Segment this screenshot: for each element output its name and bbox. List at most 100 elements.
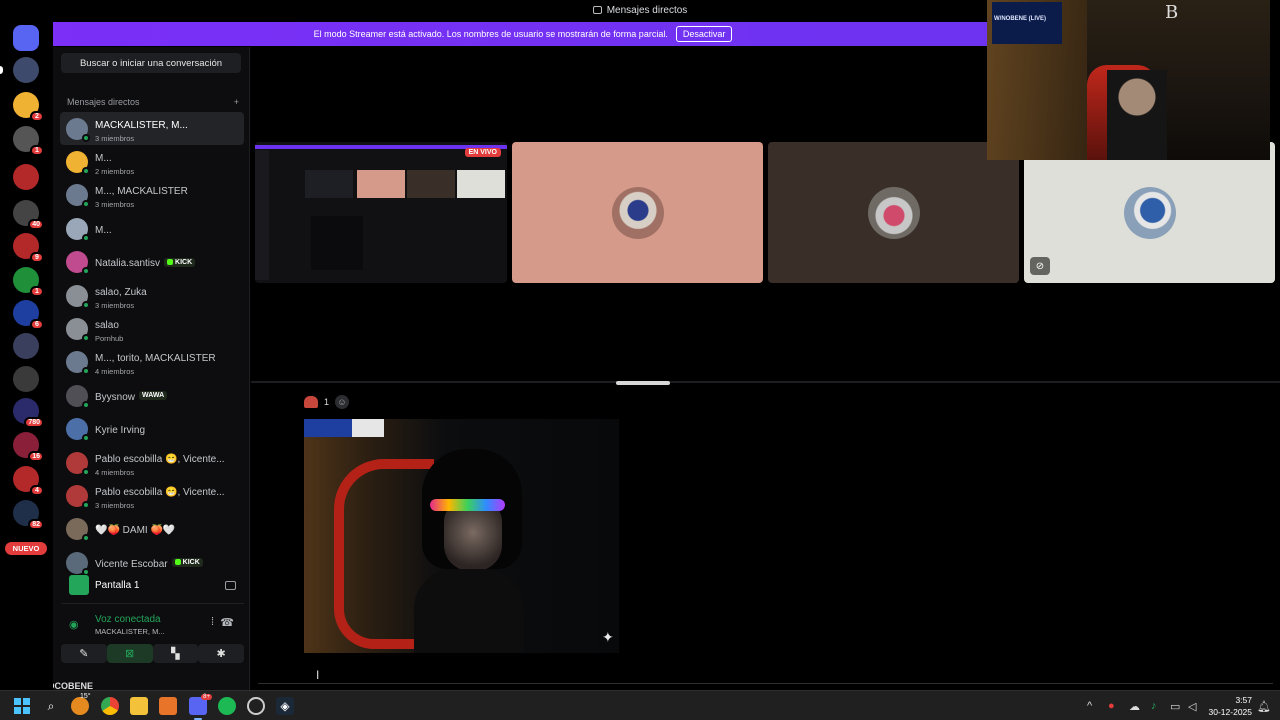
voice-status[interactable]: Voz conectada [95,614,161,625]
message-input-area[interactable] [258,683,1273,690]
participant-tile-4[interactable]: ⊘ [1024,142,1275,283]
dm-name: M..., MACKALISTER [95,186,188,198]
server-icon[interactable] [13,366,39,392]
new-badge[interactable]: NUEVO [5,542,47,555]
server-icon[interactable]: 9 [13,233,44,263]
dm-header: Mensajes directos + [67,97,239,107]
dm-item[interactable]: M..., torito, MACKALISTER 4 miembros [60,346,244,379]
focused-stream-video[interactable]: ✦ [304,419,619,653]
dm-text: M... 2 miembros [95,148,134,176]
server-icon[interactable] [13,25,39,51]
noise-suppression-icon[interactable]: ⁞ [211,616,214,628]
dm-subtitle: 4 miembros [95,467,135,477]
server-icon[interactable] [13,164,39,190]
selected-indicator [0,66,3,74]
resize-handle[interactable] [616,381,670,385]
stop-share-icon[interactable] [225,580,236,590]
dm-text: M..., torito, MACKALISTER 4 miembros [95,348,216,376]
voice-channel[interactable]: MACKALISTER, M... [95,627,165,636]
server-icon[interactable]: 40 [13,200,44,230]
tray-cloud-icon[interactable]: ☁ [1129,700,1140,713]
server-icon[interactable]: 780 [13,398,44,428]
server-badge: 1 [30,145,44,156]
server-icon[interactable]: 4 [13,466,44,496]
server-icon[interactable]: 1 [13,267,44,297]
tray-chevron-icon[interactable]: ^ [1087,700,1092,712]
dm-item[interactable]: Pablo escobilla 😁, Vicente... 4 miembros [60,446,244,479]
tray-app-icon[interactable]: ● [1108,700,1115,712]
discord-taskbar-icon[interactable]: 8+ [189,694,212,720]
dm-subtitle: 3 miembros [95,133,135,143]
activities-button[interactable]: ▚ [152,644,199,663]
dm-item[interactable]: M... 2 miembros [60,145,244,178]
dm-item[interactable]: Byysnow WAWA [60,379,244,412]
windows-taskbar: ⌕ 15° 8+ ◈ ^ ● ☁ ♪ ▭ ◁ 3:57 30-12-2025 🔔… [0,690,1280,720]
network-icon[interactable]: ▭ [1170,700,1180,713]
tray-mic-icon[interactable]: ♪ [1151,700,1157,712]
dm-name-row: salao, Zuka [95,282,147,300]
screen-share-label: Pantalla 1 [95,579,140,591]
screen-share-button[interactable]: ⊠ [106,644,153,663]
avatar [66,384,90,409]
disconnect-icon[interactable]: ☎ [220,616,234,629]
dm-item[interactable]: Pablo escobilla 😁, Vicente... 3 miembros [60,479,244,512]
file-explorer-icon[interactable] [130,697,148,715]
status-indicator [82,233,90,242]
dm-item[interactable]: MACKALISTER, M... 3 miembros [60,112,244,146]
participant-tile-3[interactable] [768,142,1019,283]
voice-panel: ◉ Voz conectada MACKALISTER, M... ⁞ ☎ ✎ … [61,603,244,690]
dm-text: Pablo escobilla 😁, Vicente... 4 miembros [95,449,225,477]
clock[interactable]: 3:57 30-12-2025 [1209,694,1252,718]
soundboard-button[interactable]: ✱ [198,644,244,663]
user-name[interactable]: LOCOBENE [53,681,93,690]
live-badge: EN VIVO [464,148,501,157]
wall-letter: B [1165,2,1179,23]
add-reaction-icon[interactable]: ☺ [335,395,350,409]
add-dm-icon[interactable]: + [234,97,239,107]
dm-item[interactable]: salao Pornhub [60,312,244,345]
reaction-emoji-icon[interactable] [304,396,318,408]
server-icon[interactable]: 16 [13,432,44,462]
steam-icon[interactable]: ◈ [276,697,294,715]
dm-item[interactable]: 🤍🍑 DAMI 🍑🤍 [60,513,244,546]
chrome-icon[interactable] [101,697,119,715]
server-icon[interactable]: 2 [13,92,44,122]
dm-name: M... [95,153,112,165]
search-input[interactable]: Buscar o iniciar una conversación [61,53,241,73]
server-icon[interactable]: 1 [13,126,44,156]
status-indicator [82,500,90,509]
dm-text: salao, Zuka 3 miembros [95,282,147,310]
search-icon[interactable]: ⌕ [42,697,60,715]
dm-item[interactable]: M... [60,212,244,245]
dm-name-row: Byysnow WAWA [95,387,168,405]
screen-share-panel: Pantalla 1 [61,567,244,603]
dm-item[interactable]: salao, Zuka 3 miembros [60,279,244,312]
camera-toggle-button[interactable]: ✎ [61,644,107,663]
server-icon[interactable]: 82 [13,500,44,530]
dm-item[interactable]: Kyrie Irving [60,413,244,446]
clock-date: 30-12-2025 [1208,707,1252,717]
dm-name-row: 🤍🍑 DAMI 🍑🤍 [95,520,175,538]
dm-name-row: M..., MACKALISTER [95,181,188,199]
server-icon[interactable] [13,333,39,359]
avatar [66,251,90,276]
dm-name: 🤍🍑 DAMI 🍑🤍 [95,525,176,537]
app-icon[interactable] [159,697,177,715]
server-badge: 9 [30,252,44,263]
obs-icon[interactable] [247,697,265,715]
server-badge: 2 [30,111,44,122]
screen-share-icon [69,575,89,595]
signal-icon[interactable]: ◉ [69,618,81,631]
server-icon[interactable]: 6 [13,300,44,330]
start-button[interactable] [13,697,31,715]
dm-item[interactable]: M..., MACKALISTER 3 miembros [60,179,244,212]
server-icon[interactable] [13,57,39,83]
dm-subtitle: 3 miembros [95,500,135,510]
spotify-icon[interactable] [218,697,236,715]
disable-streamer-button[interactable]: Desactivar [675,26,733,42]
volume-icon[interactable]: ◁ [1188,700,1196,713]
stream-tile[interactable]: EN VIVO [255,142,507,283]
notification-icon[interactable]: 🔔︎ [1257,700,1271,713]
dm-item[interactable]: Natalia.santisv KICK [60,246,244,279]
participant-tile-2[interactable] [512,142,763,283]
